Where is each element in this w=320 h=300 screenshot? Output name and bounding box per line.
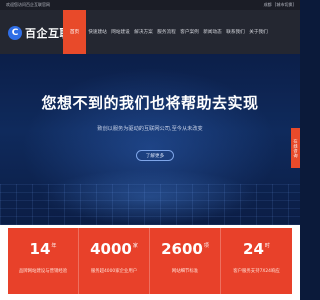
nav-item-quick-build[interactable]: 快速建站 bbox=[86, 10, 109, 54]
stat-label: 网站细节标准 bbox=[171, 269, 199, 274]
stat-unit: 项 bbox=[203, 243, 209, 249]
hero-banner: 您想不到的我们也将帮助去实现 致创以服务为驱动的互联网公司,至今从未改变 了解更… bbox=[0, 54, 300, 225]
nav-item-process[interactable]: 服务流程 bbox=[155, 10, 178, 54]
nav-item-news[interactable]: 新闻动态 bbox=[201, 10, 224, 54]
stats-section: 14年 品牌网站建设与营销经验 4000家 服务超4000家企业用户 2600项… bbox=[0, 225, 300, 300]
nav-menu: 首页 快速建站 网站建设 解决方案 服务流程 客户案例 新闻动态 联系我们 关于… bbox=[63, 10, 270, 54]
stat-item: 14年 品牌网站建设与营销经验 bbox=[8, 228, 79, 294]
stat-number: 4000家 bbox=[90, 240, 138, 258]
nav-item-contact[interactable]: 联系我们 bbox=[224, 10, 247, 54]
nav-item-cases[interactable]: 客户案例 bbox=[178, 10, 201, 54]
top-bar: 欢迎您访问百企互联官网 成都 [城市切换] bbox=[0, 0, 300, 10]
stat-item: 24时 客户服务支持7X24响应 bbox=[221, 228, 292, 294]
stat-unit: 年 bbox=[51, 243, 57, 249]
learn-more-button[interactable]: 了解更多 bbox=[136, 150, 174, 161]
stat-number: 14年 bbox=[29, 240, 57, 258]
stat-label: 服务超4000家企业用户 bbox=[90, 269, 138, 274]
nav-item-home[interactable]: 首页 bbox=[63, 10, 86, 54]
stat-unit: 家 bbox=[132, 243, 138, 249]
online-consult-float[interactable]: 在线咨询 bbox=[291, 128, 300, 168]
nav-item-website-build[interactable]: 网站建设 bbox=[109, 10, 132, 54]
city-switcher[interactable]: 成都 [城市切换] bbox=[262, 2, 294, 8]
logo[interactable]: C 百企互联 bbox=[8, 25, 71, 41]
stat-unit: 时 bbox=[264, 243, 270, 249]
city-switch-link[interactable]: [城市切换] bbox=[275, 2, 294, 7]
stats-strip: 14年 品牌网站建设与营销经验 4000家 服务超4000家企业用户 2600项… bbox=[8, 228, 292, 294]
current-city: 成都 bbox=[263, 2, 272, 7]
logo-icon: C bbox=[8, 26, 22, 40]
hero-subline: 致创以服务为驱动的互联网公司,至今从未改变 bbox=[97, 126, 203, 132]
stat-label: 客户服务支持7X24响应 bbox=[233, 269, 280, 274]
nav-item-solutions[interactable]: 解决方案 bbox=[132, 10, 155, 54]
stat-item: 2600项 网站细节标准 bbox=[150, 228, 221, 294]
stat-item: 4000家 服务超4000家企业用户 bbox=[79, 228, 150, 294]
stat-number: 2600项 bbox=[161, 240, 209, 258]
welcome-text: 欢迎您访问百企互联官网 bbox=[6, 2, 50, 7]
nav-item-about[interactable]: 关于我们 bbox=[247, 10, 270, 54]
hero-grid-decoration bbox=[0, 184, 300, 225]
stat-label: 品牌网站建设与营销经验 bbox=[18, 269, 68, 274]
stat-number: 24时 bbox=[243, 240, 270, 258]
hero-headline: 您想不到的我们也将帮助去实现 bbox=[41, 94, 259, 112]
